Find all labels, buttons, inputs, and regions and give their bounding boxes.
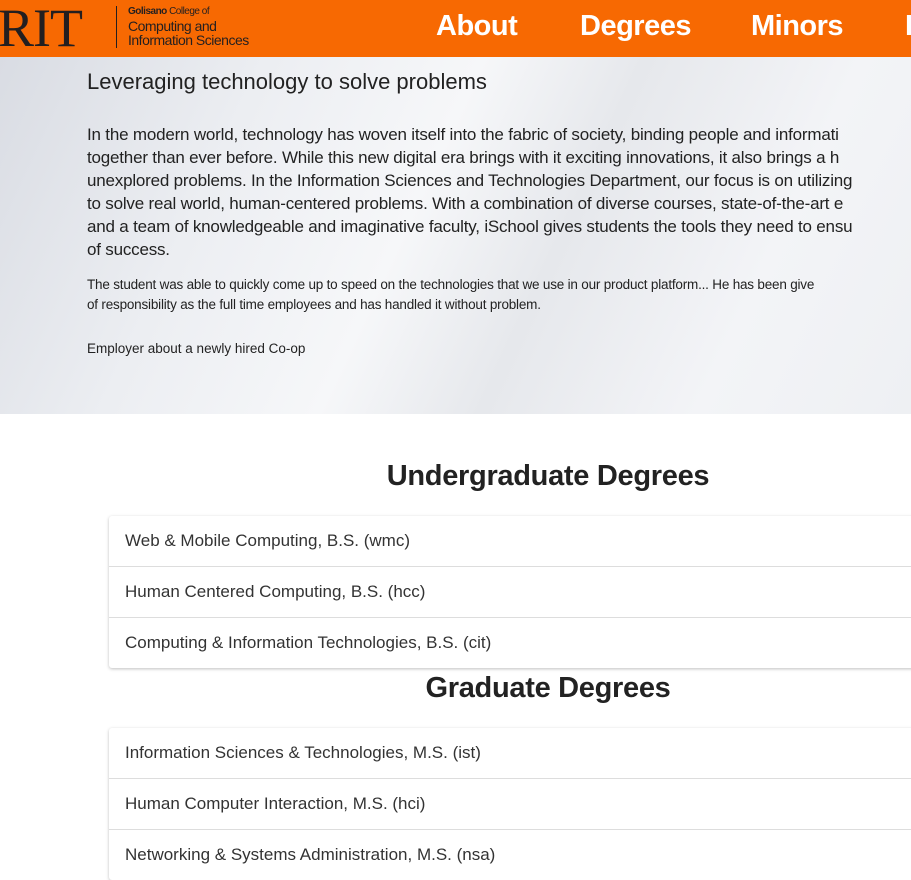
graduate-title: Graduate Degrees: [425, 672, 671, 704]
nav-about[interactable]: About: [436, 10, 518, 43]
quote-line: of responsibility as the full time emplo…: [87, 297, 541, 312]
quote-line: The student was able to quickly come up …: [87, 277, 815, 292]
intro-line: together than ever before. While this ne…: [87, 148, 840, 167]
intro-line: and a team of knowledgeable and imaginat…: [87, 217, 853, 236]
intro-line: unexplored problems. In the Information …: [87, 171, 853, 190]
college-logo-text: Golisano College of Computing and Inform…: [128, 5, 249, 47]
intro-line: to solve real world, human-centered prob…: [87, 194, 844, 213]
logo-line2: Computing and: [128, 18, 217, 34]
intro-line: of success.: [87, 240, 170, 259]
degree-item-hci[interactable]: Human Computer Interaction, M.S. (hci): [109, 779, 911, 830]
degree-item-hcc[interactable]: Human Centered Computing, B.S. (hcc): [109, 567, 911, 618]
quote: The student was able to quickly come up …: [87, 275, 814, 315]
logo-line1: College of: [166, 6, 210, 17]
nav-minors[interactable]: Minors: [751, 10, 844, 43]
degree-item-wmc[interactable]: Web & Mobile Computing, B.S. (wmc): [109, 516, 911, 567]
undergraduate-title: Undergraduate Degrees: [386, 460, 710, 492]
intro-line: In the modern world, technology has wove…: [87, 125, 839, 144]
hero-title: Leveraging technology to solve problems: [87, 69, 487, 94]
intro-paragraph: In the modern world, technology has wove…: [87, 123, 853, 261]
degree-item-nsa[interactable]: Networking & Systems Administration, M.S…: [109, 830, 911, 880]
nav-degrees[interactable]: Degrees: [580, 10, 691, 43]
degree-item-ist[interactable]: Information Sciences & Technologies, M.S…: [109, 728, 911, 779]
rit-logo[interactable]: RIT: [0, 0, 83, 57]
undergraduate-list: Web & Mobile Computing, B.S. (wmc) Human…: [109, 516, 911, 668]
quote-attribution: Employer about a newly hired Co-op: [87, 341, 306, 356]
nav-employment[interactable]: E: [905, 10, 911, 43]
graduate-list: Information Sciences & Technologies, M.S…: [109, 728, 911, 880]
degree-item-cit[interactable]: Computing & Information Technologies, B.…: [109, 618, 911, 668]
logo-line1-bold: Golisano: [128, 6, 167, 17]
logo-line3: Information Sciences: [128, 32, 249, 48]
hero-section: Leveraging technology to solve problems …: [0, 57, 911, 414]
logo-divider: [116, 6, 117, 48]
top-nav: RIT Golisano College of Computing and In…: [0, 0, 911, 57]
